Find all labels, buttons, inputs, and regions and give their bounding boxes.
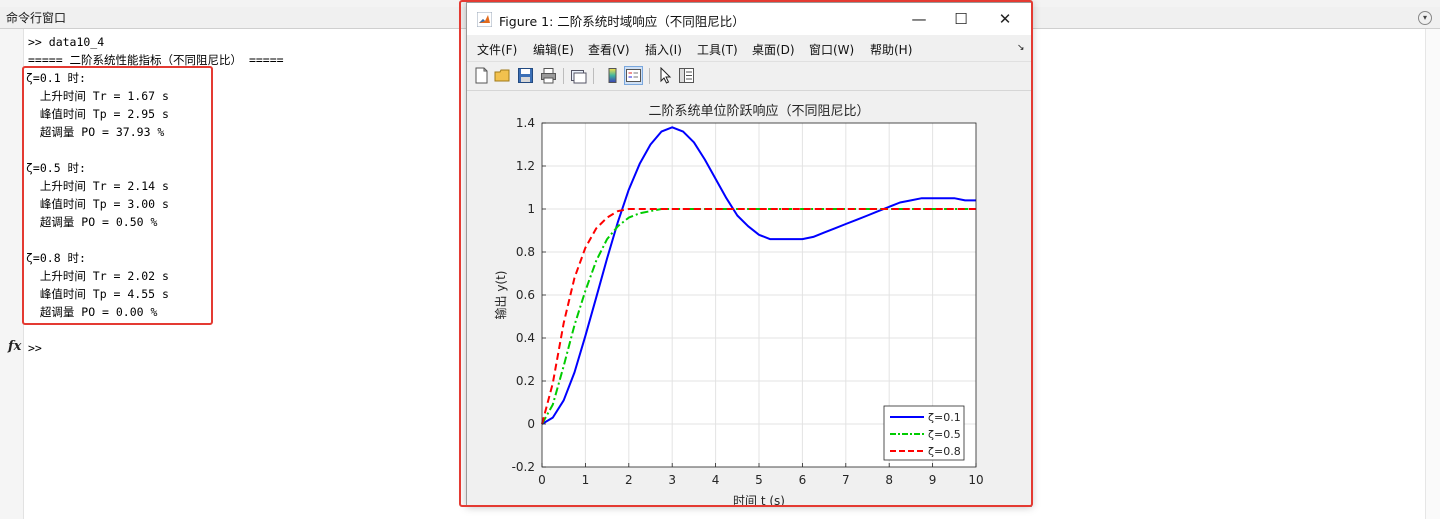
results-highlight-box (22, 66, 213, 325)
command-window-actions-icon[interactable]: ▾ (1418, 11, 1432, 25)
command-window-gutter (0, 29, 24, 519)
fx-icon[interactable]: fx (8, 339, 21, 354)
command-window-title: 命令行窗口 (6, 11, 67, 25)
figure-highlight-box (459, 0, 1033, 507)
command-line-input: >> data10_4 (28, 35, 105, 49)
vertical-scrollbar[interactable] (1425, 29, 1440, 519)
command-prompt[interactable]: >> (28, 339, 42, 357)
